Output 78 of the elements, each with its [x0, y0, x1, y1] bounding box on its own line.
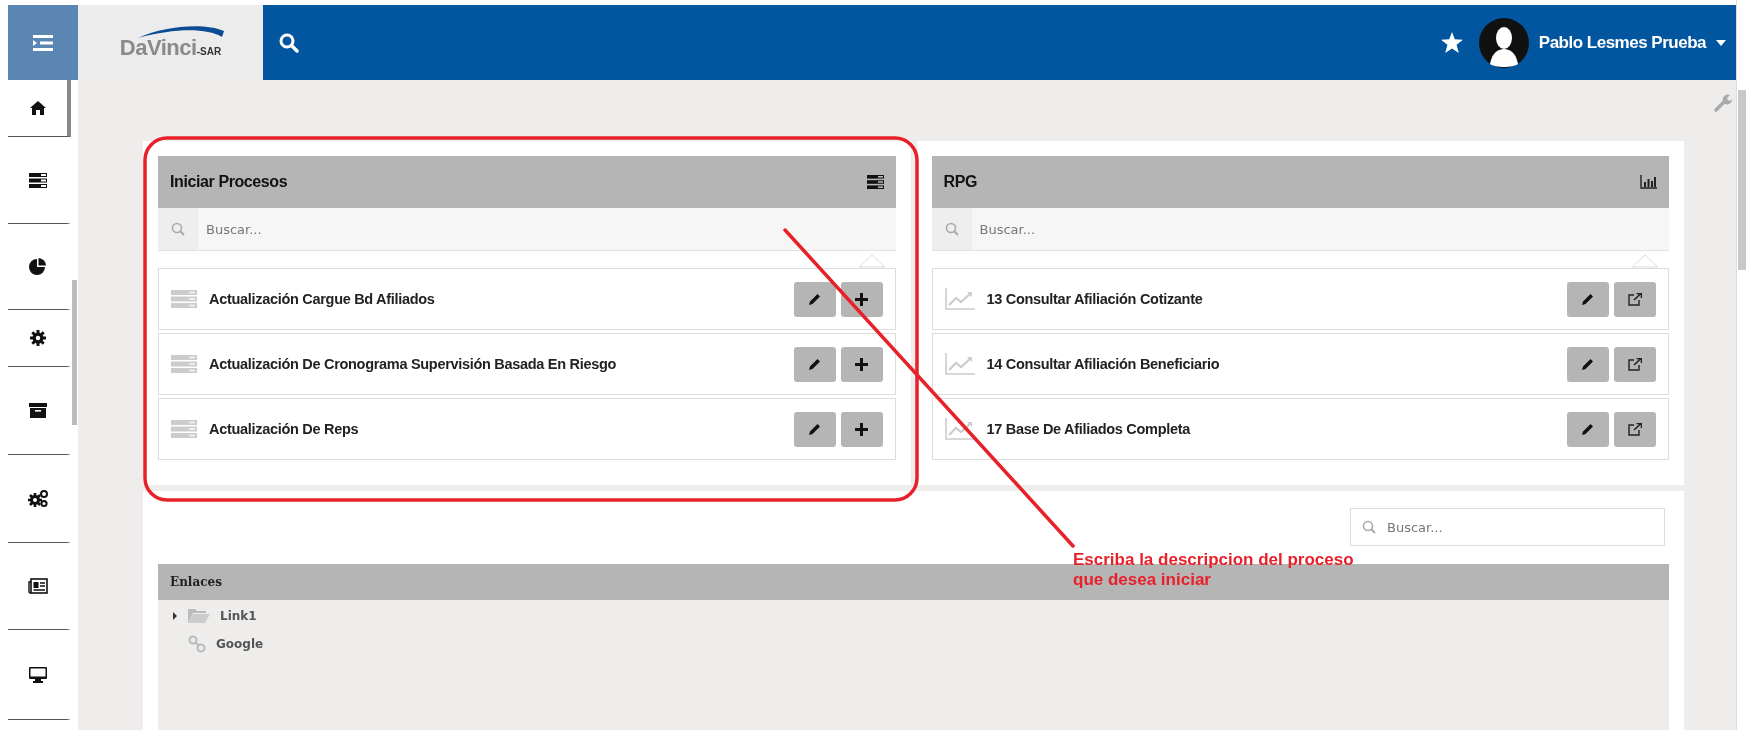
menu-icon: [33, 34, 53, 51]
edit-button[interactable]: [1567, 411, 1609, 447]
search-icon: [279, 32, 299, 53]
line-chart-icon: [944, 418, 975, 440]
list-item-label: 14 Consultar Afiliación Beneficiario: [986, 356, 1221, 372]
monitor-icon: [28, 666, 47, 683]
external-link-icon: [1628, 292, 1642, 306]
list-icon: [171, 420, 197, 438]
expand-caret-icon[interactable]: [172, 611, 178, 620]
tree-item[interactable]: Link1: [172, 608, 1655, 623]
edit-button[interactable]: [1567, 281, 1609, 317]
list-row[interactable]: 14 Consultar Afiliación Beneficiario: [931, 333, 1669, 395]
external-link-icon: [1628, 422, 1642, 436]
plus-icon: [855, 422, 868, 436]
avatar-icon: [1478, 17, 1529, 68]
scrollbar-thumb[interactable]: [72, 280, 77, 425]
list-row[interactable]: Actualización De Reps: [158, 398, 896, 460]
list-row[interactable]: Actualización Cargue Bd Afiliados: [158, 268, 896, 330]
edit-button[interactable]: [793, 346, 836, 382]
plus-icon: [855, 357, 868, 371]
annotation-text: Escriba la descripcion del proceso que desea iniciar: [1073, 550, 1355, 590]
pencil-icon: [808, 423, 821, 435]
panel-title: Iniciar Procesos: [170, 173, 288, 191]
user-menu[interactable]: Pablo Lesmes Prueba: [1478, 17, 1736, 68]
pencil-icon: [1582, 358, 1594, 370]
open-button[interactable]: [1614, 346, 1656, 382]
archive-icon: [28, 403, 47, 418]
logo-brand: DaVinci: [119, 34, 197, 61]
add-button[interactable]: [840, 346, 883, 382]
folder-icon: [188, 608, 210, 623]
search-icon: [1362, 520, 1376, 534]
plus-icon: [855, 292, 868, 306]
open-button[interactable]: [1614, 411, 1656, 447]
gears-icon: [26, 489, 49, 508]
edit-button[interactable]: [1567, 346, 1609, 382]
external-link-icon: [1628, 357, 1642, 371]
list-icon: [171, 290, 197, 308]
list-row[interactable]: 17 Base De Afiliados Completa: [931, 398, 1669, 460]
list-icon[interactable]: [866, 175, 884, 189]
caret-up-icon: [857, 254, 886, 268]
pencil-icon: [1582, 423, 1594, 435]
home-icon: [29, 101, 46, 115]
star-icon: [1440, 32, 1463, 53]
search-field[interactable]: Buscar...: [1350, 508, 1665, 546]
line-chart-icon: [944, 353, 975, 375]
pencil-icon: [808, 293, 821, 305]
list-row[interactable]: 13 Consultar Afiliación Cotizante: [931, 268, 1669, 330]
list-icon: [28, 172, 47, 188]
list-item-label: 17 Base De Afiliados Completa: [986, 421, 1192, 437]
pie-chart-icon: [29, 258, 46, 275]
edit-button[interactable]: [793, 411, 836, 447]
tree-item[interactable]: Google: [172, 635, 1655, 653]
list-item-label: Actualización De Reps: [209, 421, 360, 437]
list-item-label: 13 Consultar Afiliación Cotizante: [986, 291, 1204, 307]
newspaper-icon: [27, 578, 48, 594]
logo[interactable]: DaVinci-SAR: [115, 24, 226, 61]
bar-chart-icon[interactable]: [1640, 175, 1657, 189]
add-button[interactable]: [840, 281, 883, 317]
sidebar-item[interactable]: [8, 80, 71, 137]
menu-button[interactable]: [8, 5, 78, 80]
link-icon: [188, 635, 206, 653]
caret-icon: [1716, 39, 1726, 46]
line-chart-icon: [944, 288, 975, 310]
caret-up-icon: [1631, 254, 1659, 268]
open-button[interactable]: [1614, 281, 1656, 317]
list-item-label: Actualización De Cronograma Supervisión Basada En Riesgo: [209, 356, 618, 372]
pencil-icon: [1582, 293, 1594, 305]
logo-suffix: -SAR: [196, 45, 222, 57]
gear-icon: [29, 330, 46, 346]
edit-button[interactable]: [793, 281, 836, 317]
list-row[interactable]: Actualización De Cronograma Supervisión Basada En Riesgo: [158, 333, 896, 395]
links-title: Enlaces: [170, 575, 222, 589]
scrollbar[interactable]: [1736, 0, 1747, 730]
list-item-label: Actualización Cargue Bd Afiliados: [209, 291, 436, 307]
list-icon: [171, 355, 197, 373]
pencil-icon: [808, 358, 821, 370]
panel-title: RPG: [943, 173, 977, 191]
add-button[interactable]: [840, 411, 883, 447]
